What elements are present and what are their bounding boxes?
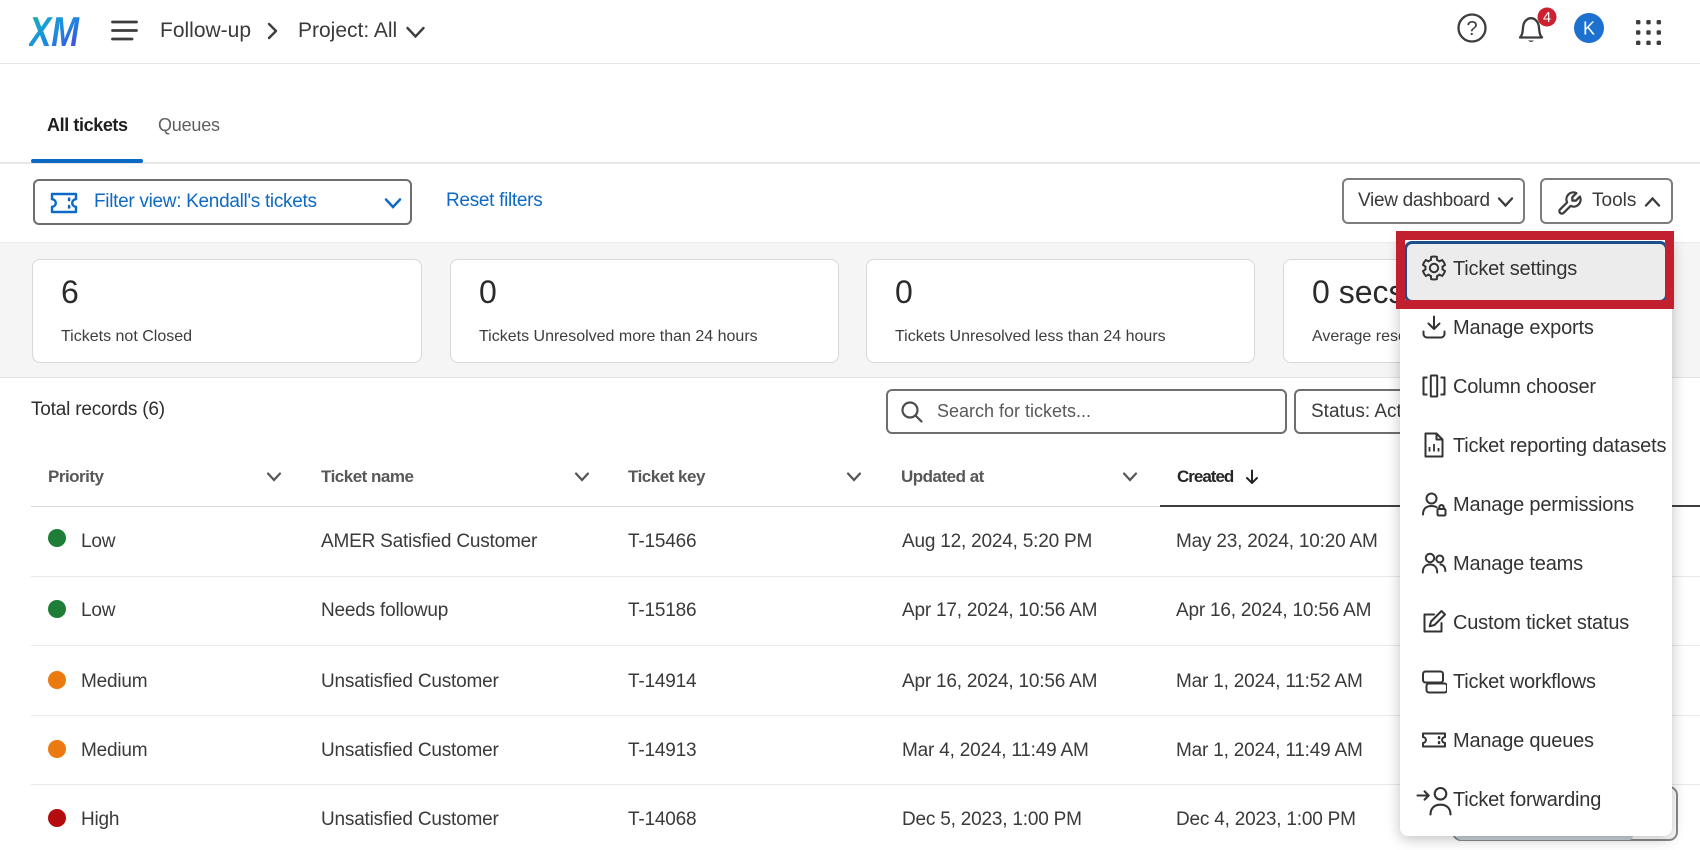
svg-text:XM: XM: [29, 16, 80, 48]
svg-text:4: 4: [1543, 10, 1551, 26]
svg-text:K: K: [1583, 19, 1595, 39]
svg-text:?: ?: [1466, 18, 1477, 40]
